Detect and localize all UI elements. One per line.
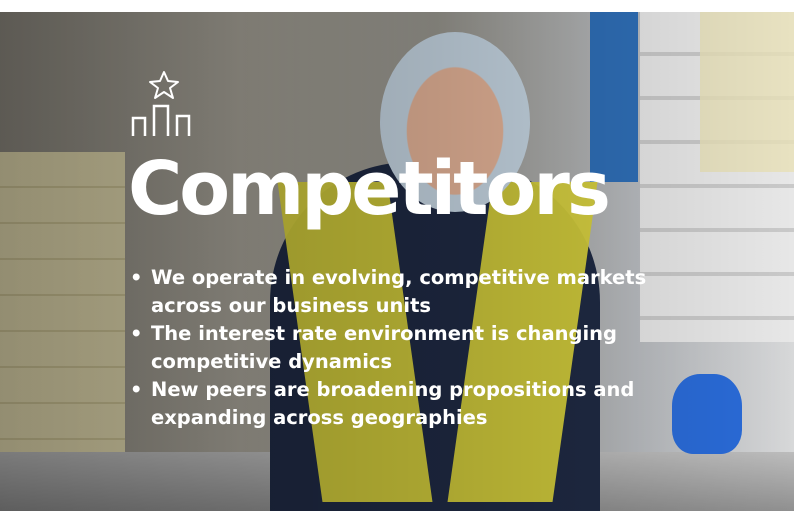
bullet-list: We operate in evolving, competitive mark… <box>130 264 690 432</box>
bullet-item: We operate in evolving, competitive mark… <box>130 264 690 320</box>
page-title: Competitors <box>128 146 611 232</box>
bullet-item: The interest rate environment is changin… <box>130 320 690 376</box>
text-overlay-shade <box>0 12 794 511</box>
bullet-item: New peers are broadening propositions an… <box>130 376 690 432</box>
slide: Competitors We operate in evolving, comp… <box>0 12 794 511</box>
podium-star-icon <box>131 71 191 136</box>
